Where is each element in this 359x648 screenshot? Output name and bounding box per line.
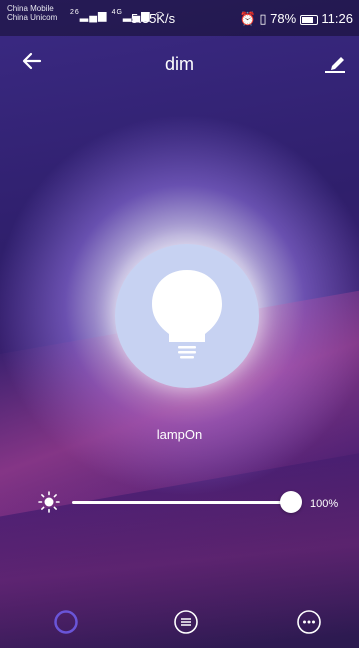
lamp-status-label: lampOn [156, 427, 203, 442]
device-screen: China Mobile China Unicom 26▂▄▆ 4G▂▄▆ ◠ … [0, 0, 359, 648]
battery-percent: 78% [270, 11, 297, 26]
clock: 11:26 [321, 11, 353, 26]
carrier-2: China Unicom [7, 13, 58, 22]
brightness-slider-thumb[interactable] [280, 491, 302, 513]
bottom-nav [0, 598, 359, 648]
more-icon[interactable] [296, 609, 322, 635]
pencil-icon[interactable] [323, 50, 347, 74]
app-header: dim [0, 36, 359, 92]
status-bar: China Mobile China Unicom 26▂▄▆ 4G▂▄▆ ◠ … [0, 0, 359, 36]
sun-icon [38, 491, 60, 513]
alarm-icon: ⏰ [239, 11, 256, 26]
vibrate-icon: ▯ [259, 11, 267, 26]
ring-icon[interactable] [53, 609, 79, 635]
status-right: ⏰ ▯ 78% 11:26 [240, 11, 353, 27]
list-icon[interactable] [173, 609, 199, 635]
signal-bars-icon: ▂▄▆ [79, 10, 108, 22]
signal-2-label: 4G [111, 9, 123, 16]
carrier-1: China Mobile [7, 4, 54, 13]
brightness-percent: 100% [310, 498, 339, 510]
carrier-names: China Mobile China Unicom [7, 4, 57, 22]
brightness-slider[interactable] [72, 491, 302, 513]
page-title: dim [164, 54, 194, 74]
net-speed: 5.35K/s [131, 11, 176, 26]
signal-1-label: 26 [70, 9, 80, 16]
light-bulb-icon [152, 270, 222, 359]
battery-icon [299, 14, 318, 25]
lamp-toggle-button[interactable] [115, 244, 259, 388]
